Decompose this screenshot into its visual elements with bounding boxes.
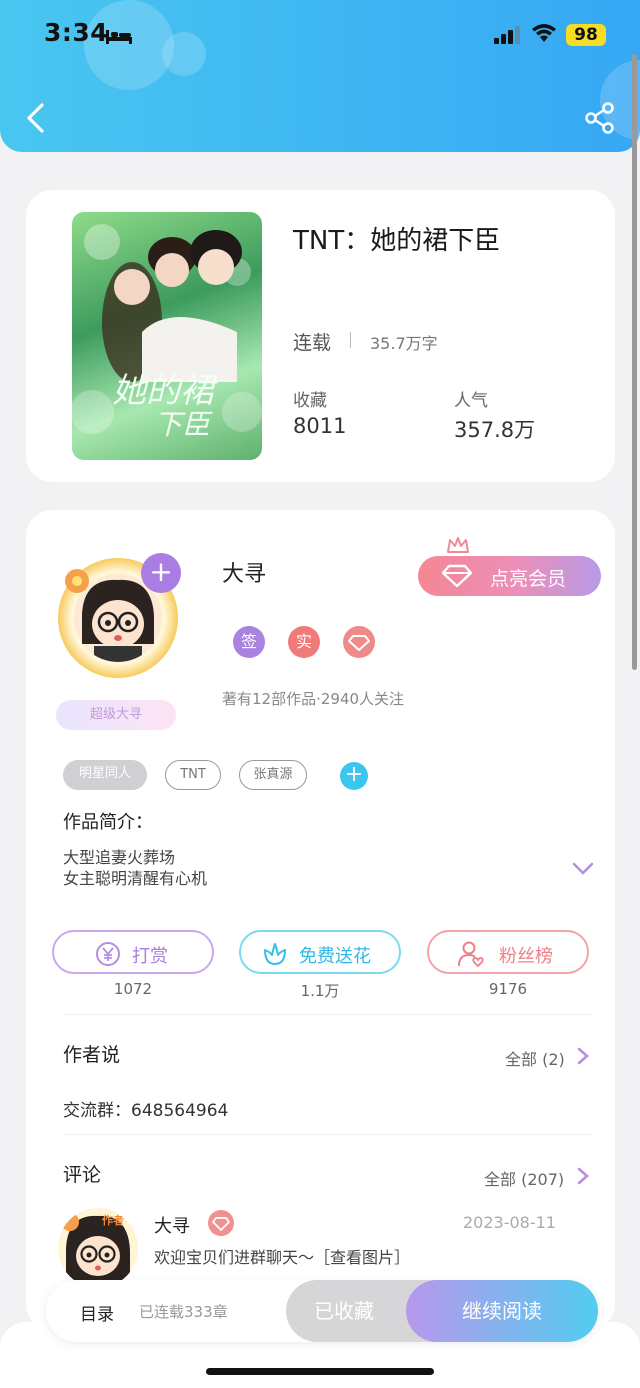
diamond-icon	[442, 564, 472, 588]
crown-icon	[447, 537, 469, 553]
wifi-icon	[532, 24, 556, 42]
author-level-badge: 超级大寻	[56, 700, 176, 730]
intro-title: 作品简介：	[63, 812, 153, 833]
comment-date: 2023-08-11	[463, 1213, 556, 1232]
header: 3:34 98	[0, 0, 640, 152]
chevron-right-icon[interactable]	[577, 1167, 589, 1185]
add-tag-button[interactable]: +	[340, 762, 368, 790]
book-title: TNT：她的裙下臣	[293, 226, 501, 256]
author-says-content: 交流群：648564964	[63, 1101, 229, 1121]
author-tag: 作者	[102, 1214, 124, 1227]
light-up-vip-button[interactable]: 点亮会员	[418, 556, 601, 596]
user-heart-icon	[458, 941, 484, 968]
cellular-signal-icon	[494, 26, 520, 44]
flower-decor-icon	[65, 569, 89, 593]
fan-ranking-button[interactable]: 粉丝榜	[427, 930, 589, 974]
author-name[interactable]: 大寻	[222, 556, 266, 588]
flower-icon	[264, 943, 286, 965]
reward-label: 打赏	[132, 946, 168, 967]
vip-button-label: 点亮会员	[490, 568, 567, 590]
battery-indicator: 98	[566, 24, 606, 46]
book-cover-art: 她的裙 下臣	[72, 224, 262, 441]
comment-text[interactable]: 欢迎宝贝们进群聊天～［查看图片］	[154, 1244, 410, 1268]
author-says-title: 作者说	[63, 1044, 121, 1066]
vip-badge	[343, 626, 375, 658]
intro-line: 女主聪明清醒有心机	[63, 869, 208, 888]
popularity-label: 人气	[454, 391, 488, 411]
favorites-label: 收藏	[293, 391, 327, 411]
sleep-mode-icon	[106, 30, 132, 44]
diamond-icon	[212, 1217, 230, 1231]
scrollbar[interactable]	[632, 54, 637, 670]
favorites-value: 8011	[293, 414, 347, 438]
verified-badge: 实	[288, 626, 320, 658]
chevron-right-icon[interactable]	[577, 1047, 589, 1065]
expand-chevron-icon[interactable]	[572, 862, 594, 876]
book-info-card: 她的裙 下臣 TNT：她的裙下臣 连载 35.7万字 收藏 8011 人气 35…	[26, 190, 615, 482]
table-of-contents-button[interactable]: 目录	[80, 1300, 114, 1325]
decor-bubble	[162, 32, 206, 76]
comments-title: 评论	[63, 1164, 102, 1186]
svg-text:她的裙: 她的裙	[112, 371, 218, 411]
book-status: 连载	[293, 332, 332, 354]
diamond-icon	[348, 635, 370, 651]
divider	[63, 1134, 593, 1135]
continue-reading-button[interactable]: 继续阅读	[406, 1280, 598, 1342]
commenter-avatar[interactable]: 作者	[58, 1208, 138, 1288]
tag-chip[interactable]: 张真源	[239, 760, 307, 790]
flower-count: 1.1万	[300, 982, 340, 1000]
author-meta: 著有12部作品·2940人关注	[222, 690, 405, 708]
divider	[350, 332, 351, 348]
yuan-coin-icon	[96, 942, 120, 966]
send-flower-label: 免费送花	[299, 946, 371, 967]
back-icon[interactable]	[22, 102, 50, 134]
comments-all-link[interactable]: 全部 (207)	[484, 1166, 564, 1190]
chapter-count: 已连载333章	[139, 1303, 228, 1321]
divider	[63, 1014, 593, 1015]
reward-count: 1072	[113, 980, 153, 998]
bottom-action-bar: 目录 已连载333章 已收藏 继续阅读	[46, 1280, 598, 1342]
book-word-count: 35.7万字	[370, 334, 438, 353]
commenter-name[interactable]: 大寻	[154, 1212, 190, 1238]
svg-text:下臣: 下臣	[154, 408, 213, 441]
fan-ranking-count: 9176	[488, 980, 528, 998]
share-icon[interactable]	[584, 102, 616, 134]
follow-author-button[interactable]: +	[141, 553, 181, 593]
vip-badge	[208, 1210, 234, 1236]
popularity-value: 357.8万	[454, 418, 536, 442]
fan-ranking-label: 粉丝榜	[499, 946, 553, 967]
author-says-all-link[interactable]: 全部 (2)	[505, 1046, 565, 1070]
home-indicator	[206, 1368, 434, 1375]
collected-label: 已收藏	[314, 1299, 374, 1323]
signed-badge: 签	[233, 626, 265, 658]
book-cover[interactable]: 她的裙 下臣	[72, 212, 262, 460]
status-time: 3:34	[44, 18, 109, 47]
author-card: + 超级大寻 大寻 点亮会员 签 实 著有12部作品·2940人关注 明星同人 …	[26, 510, 615, 1330]
send-flower-button[interactable]: 免费送花	[239, 930, 401, 974]
tag-chip[interactable]: 明星同人	[63, 760, 147, 790]
tag-chip[interactable]: TNT	[165, 760, 221, 790]
reward-button[interactable]: 打赏	[52, 930, 214, 974]
